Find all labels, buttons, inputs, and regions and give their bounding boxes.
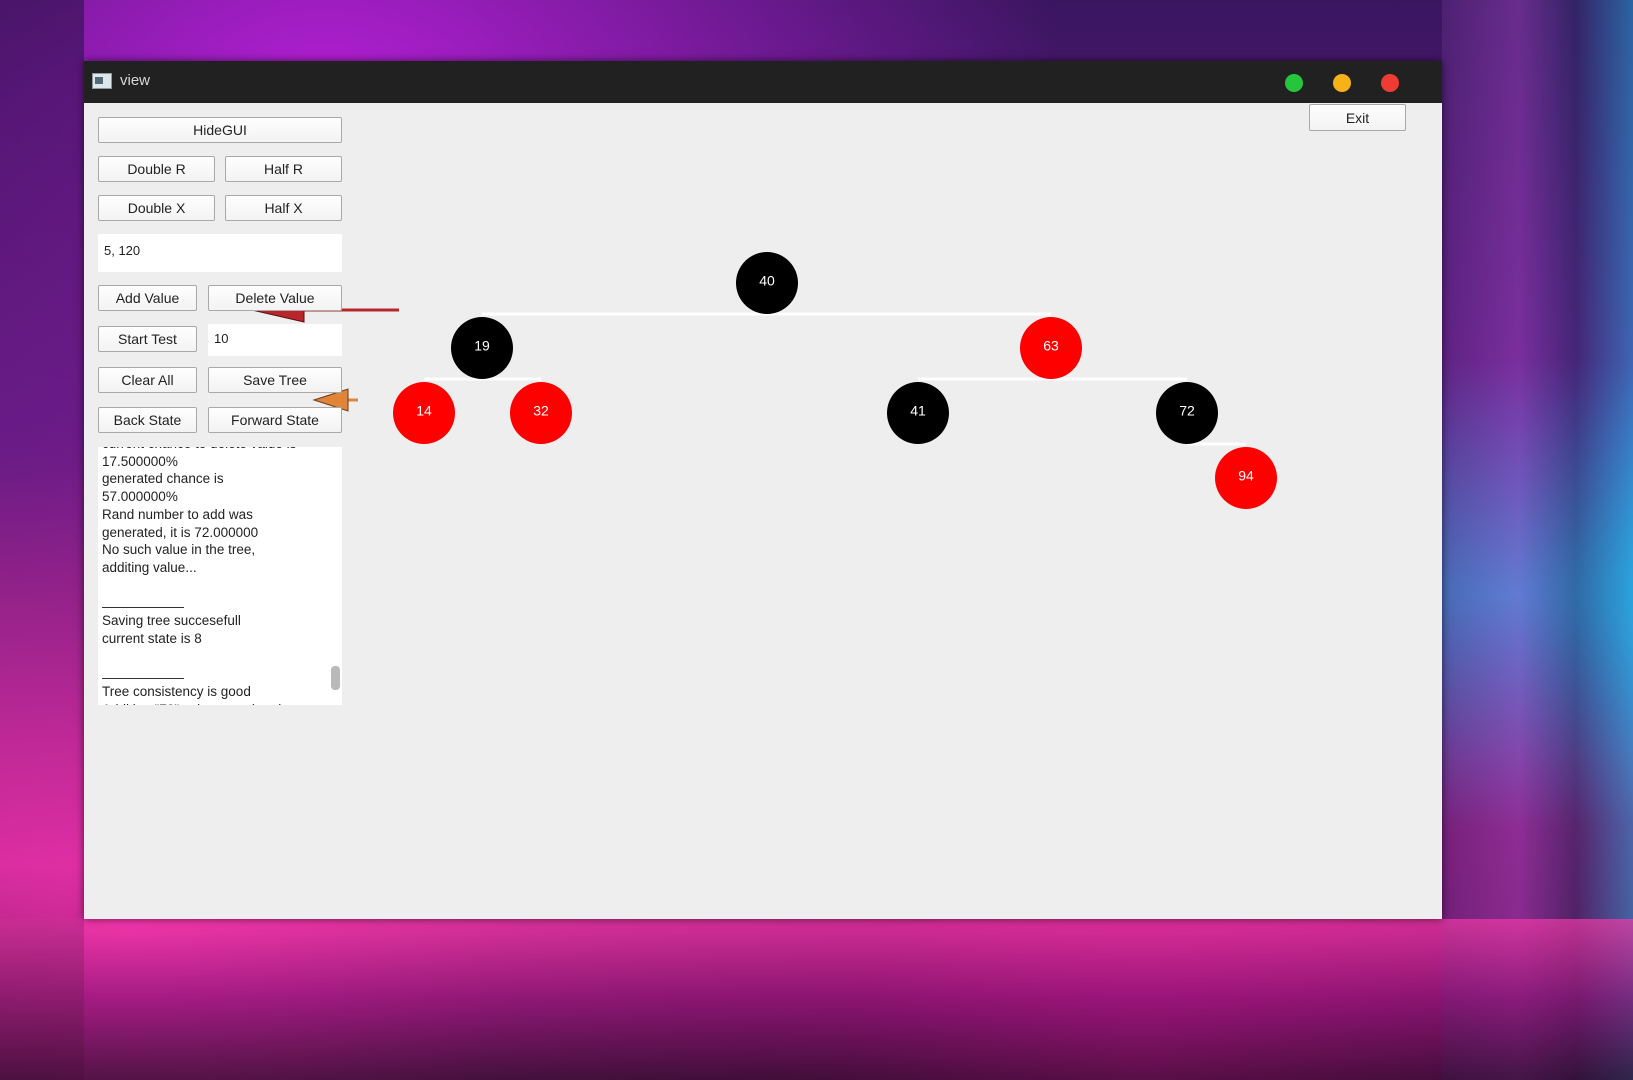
forward-state-button[interactable]: Forward State xyxy=(208,407,342,433)
tree-node-label: 14 xyxy=(416,403,432,419)
save-tree-button[interactable]: Save Tree xyxy=(208,367,342,393)
log-line: generated, it is 72.000000 xyxy=(102,524,259,540)
test-count-field[interactable]: 10 xyxy=(208,324,342,356)
wallpaper-streak xyxy=(1442,0,1633,1080)
tree-node-label: 32 xyxy=(533,403,549,419)
log-line: Tree consistency is good xyxy=(102,683,251,699)
tree-node-label: 94 xyxy=(1238,468,1254,484)
delete-value-button[interactable]: Delete Value xyxy=(208,285,342,311)
minimize-dot[interactable] xyxy=(1333,74,1351,92)
exit-button[interactable]: Exit xyxy=(1309,104,1406,131)
hide-gui-button[interactable]: HideGUI xyxy=(98,117,342,143)
add-value-button[interactable]: Add Value xyxy=(98,285,197,311)
tree-node-label: 41 xyxy=(910,403,926,419)
tree-node-label: 72 xyxy=(1179,403,1195,419)
coords-field[interactable]: 5, 120 xyxy=(98,234,342,272)
log-line: additing value... xyxy=(102,559,197,575)
tree-node-94[interactable]: 94 xyxy=(1215,447,1277,509)
log-line: Saving tree succesefull xyxy=(102,613,241,629)
log-line: current state is 8 xyxy=(102,630,202,646)
start-test-button[interactable]: Start Test xyxy=(98,326,197,352)
log-line: 17.500000% xyxy=(102,453,178,469)
log-text: current chance to delete value is17.5000… xyxy=(102,447,322,705)
log-separator xyxy=(102,594,184,612)
tree-node-72[interactable]: 72 xyxy=(1156,382,1218,444)
window-title: view xyxy=(120,72,151,89)
window-icon xyxy=(92,73,112,89)
tree-node-40[interactable]: 40 xyxy=(736,252,798,314)
tree-node-19[interactable]: 19 xyxy=(451,317,513,379)
log-line: current chance to delete value is xyxy=(102,447,322,453)
log-line: 57.000000% xyxy=(102,489,178,505)
back-state-button[interactable]: Back State xyxy=(98,407,197,433)
tree-node-32[interactable]: 32 xyxy=(510,382,572,444)
clear-all-button[interactable]: Clear All xyxy=(98,367,197,393)
tree-node-14[interactable]: 14 xyxy=(393,382,455,444)
tree-node-label: 40 xyxy=(759,273,775,289)
log-line: generated chance is xyxy=(102,471,224,487)
tree-node-label: 19 xyxy=(474,338,490,354)
half-x-button[interactable]: Half X xyxy=(225,195,342,221)
log-line: Rand number to add was xyxy=(102,506,253,522)
log-line: Additing "72" value completed xyxy=(102,701,322,705)
tree-node-41[interactable]: 41 xyxy=(887,382,949,444)
tree-node-63[interactable]: 63 xyxy=(1020,317,1082,379)
log-panel[interactable]: current chance to delete value is17.5000… xyxy=(98,447,342,705)
double-x-button[interactable]: Double X xyxy=(98,195,215,221)
log-scrollbar[interactable] xyxy=(331,666,340,690)
tree-node-label: 63 xyxy=(1043,338,1059,354)
maximize-dot[interactable] xyxy=(1285,74,1303,92)
title-bar: view xyxy=(84,61,1442,103)
log-separator xyxy=(102,665,184,683)
double-r-button[interactable]: Double R xyxy=(98,156,215,182)
log-line: No such value in the tree, xyxy=(102,542,256,558)
half-r-button[interactable]: Half R xyxy=(225,156,342,182)
close-dot[interactable] xyxy=(1381,74,1399,92)
app-window: view 40 19 63 14 32 41 72 94 HideGUI Double R H… xyxy=(84,61,1442,919)
wallpaper-streak xyxy=(0,919,1633,1080)
wallpaper-streak xyxy=(0,0,84,1080)
